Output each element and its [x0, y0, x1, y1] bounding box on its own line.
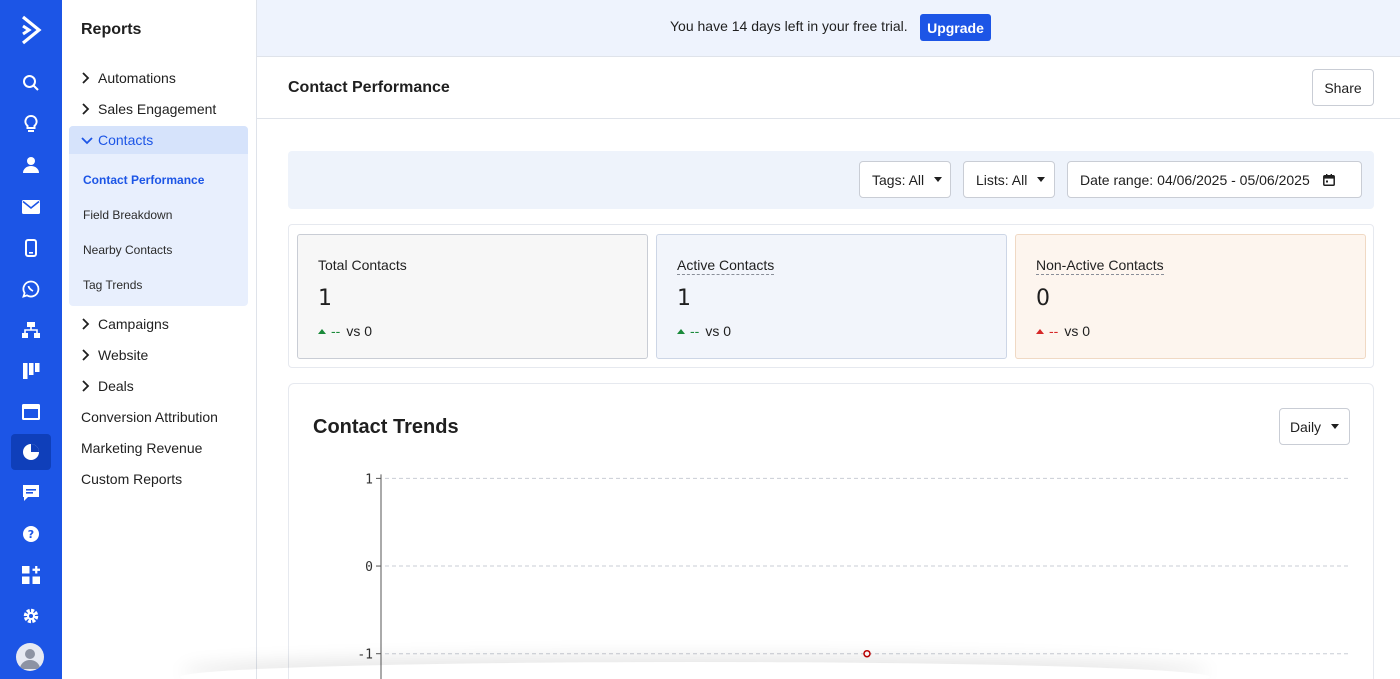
contact-trends-panel: 1 0 -1 Contact Trends Daily: [288, 383, 1374, 679]
stat-card-active-contacts: Active Contacts 1 -- vs 0: [656, 234, 1007, 359]
interval-dropdown[interactable]: Daily: [1279, 408, 1350, 445]
pipeline-icon[interactable]: [11, 353, 51, 389]
chevron-right-icon: [81, 103, 98, 115]
sidebar-subitem-field-breakdown[interactable]: Field Breakdown: [83, 208, 172, 222]
share-button[interactable]: Share: [1312, 69, 1374, 106]
sidebar-item-label: Contacts: [98, 132, 154, 148]
stat-delta-compare: vs 0: [705, 323, 732, 339]
sidebar-item-deals[interactable]: Deals: [81, 374, 134, 398]
icon-rail: ?: [0, 0, 62, 679]
y-tick-label: 1: [365, 472, 373, 487]
chevron-right-icon: [81, 349, 98, 361]
sidebar-subitem-contact-performance[interactable]: Contact Performance: [83, 173, 204, 187]
stat-value: 1: [677, 286, 691, 311]
stats-panel: Total Contacts 1 -- vs 0 Active Contacts…: [288, 224, 1374, 368]
sidebar-item-label: Website: [98, 347, 149, 363]
main-content: You have 14 days left in your free trial…: [257, 0, 1400, 679]
sidebar-item-marketing-revenue[interactable]: Marketing Revenue: [81, 436, 202, 460]
sidebar-item-label: Sales Engagement: [98, 101, 217, 117]
help-icon[interactable]: ?: [11, 516, 51, 552]
sidebar-item-label: Deals: [98, 378, 134, 394]
contact-trends-title: Contact Trends: [313, 416, 459, 438]
date-range-picker[interactable]: Date range: 04/06/2025 - 05/06/2025: [1067, 161, 1362, 198]
chevron-down-icon: [81, 136, 98, 145]
stat-card-non-active-contacts: Non-Active Contacts 0 -- vs 0: [1015, 234, 1366, 359]
tags-filter-dropdown[interactable]: Tags: All: [859, 161, 951, 198]
avatar[interactable]: [16, 643, 44, 671]
conversations-icon[interactable]: [11, 475, 51, 511]
trial-banner-text: You have 14 days left in your free trial…: [670, 18, 908, 34]
tags-filter-label: Tags: All: [872, 171, 925, 188]
sidebar-group-contacts: Contacts Contact Performance Field Break…: [69, 126, 248, 306]
email-icon[interactable]: [11, 189, 51, 225]
caret-down-icon: [934, 177, 943, 182]
page-title: Contact Performance: [288, 79, 450, 96]
sidebar-item-website[interactable]: Website: [81, 343, 148, 367]
chevron-right-icon: [81, 72, 98, 84]
sidebar-item-contacts[interactable]: Contacts: [69, 126, 248, 154]
trend-up-icon: [318, 328, 326, 334]
caret-down-icon: [1331, 424, 1340, 429]
caret-down-icon: [1037, 177, 1046, 182]
lightbulb-icon[interactable]: [11, 106, 51, 142]
page-header: Contact Performance Share: [257, 57, 1400, 119]
chevron-right-icon: [81, 318, 98, 330]
mobile-icon[interactable]: [11, 230, 51, 266]
stat-delta-dashes: --: [1049, 323, 1059, 339]
filters-bar: Tags: All Lists: All Date range: 04/06/2…: [288, 151, 1374, 209]
stat-delta: -- vs 0: [677, 323, 731, 339]
sidebar-subitem-tag-trends[interactable]: Tag Trends: [83, 278, 142, 292]
trend-up-icon: [677, 328, 685, 334]
chevron-right-icon: [81, 380, 98, 392]
sidebar-subitem-nearby-contacts[interactable]: Nearby Contacts: [83, 243, 172, 257]
calendar-icon: [1322, 173, 1335, 186]
date-range-value: 04/06/2025 - 05/06/2025: [1157, 171, 1310, 188]
trial-banner: You have 14 days left in your free trial…: [257, 0, 1400, 57]
contacts-icon[interactable]: [11, 147, 51, 183]
stat-delta-dashes: --: [331, 323, 341, 339]
stat-card-total-contacts: Total Contacts 1 -- vs 0: [297, 234, 648, 359]
stat-delta: -- vs 0: [318, 323, 372, 339]
sidebar-item-label: Campaigns: [98, 316, 169, 332]
search-icon[interactable]: [11, 65, 51, 101]
stat-delta-compare: vs 0: [1064, 323, 1091, 339]
sidebar-item-campaigns[interactable]: Campaigns: [81, 312, 169, 336]
upgrade-button[interactable]: Upgrade: [920, 14, 991, 41]
y-tick-label: 0: [365, 560, 373, 575]
reports-sidebar: Reports Automations Sales Engagement Con…: [62, 0, 257, 679]
settings-icon[interactable]: [11, 598, 51, 634]
sidebar-title: Reports: [81, 21, 142, 38]
sidebar-item-automations[interactable]: Automations: [81, 66, 176, 90]
stat-delta: -- vs 0: [1036, 323, 1090, 339]
stat-value: 0: [1036, 286, 1050, 311]
stat-delta-dashes: --: [690, 323, 700, 339]
svg-text:?: ?: [28, 528, 34, 541]
interval-label: Daily: [1289, 418, 1322, 435]
stat-label[interactable]: Non-Active Contacts: [1036, 257, 1164, 275]
sidebar-item-label: Automations: [98, 70, 176, 86]
sidebar-item-conversion-attribution[interactable]: Conversion Attribution: [81, 405, 218, 429]
data-point[interactable]: [863, 649, 871, 658]
reports-icon[interactable]: [11, 434, 51, 470]
trend-up-icon: [1036, 328, 1044, 334]
lists-filter-dropdown[interactable]: Lists: All: [963, 161, 1055, 198]
logo-icon[interactable]: [0, 10, 62, 50]
whatsapp-icon[interactable]: [11, 271, 51, 307]
y-tick-label: -1: [357, 648, 373, 663]
stat-label: Total Contacts: [318, 257, 407, 273]
stat-delta-compare: vs 0: [346, 323, 373, 339]
sidebar-item-sales-engagement[interactable]: Sales Engagement: [81, 97, 216, 121]
sitemap-icon[interactable]: [11, 312, 51, 348]
stat-value: 1: [318, 286, 332, 311]
lists-filter-label: Lists: All: [976, 171, 1028, 188]
sidebar-item-custom-reports[interactable]: Custom Reports: [81, 467, 182, 491]
stat-label[interactable]: Active Contacts: [677, 257, 775, 275]
website-icon[interactable]: [11, 394, 51, 430]
date-range-label: Date range:: [1080, 171, 1154, 188]
apps-icon[interactable]: [11, 557, 51, 593]
